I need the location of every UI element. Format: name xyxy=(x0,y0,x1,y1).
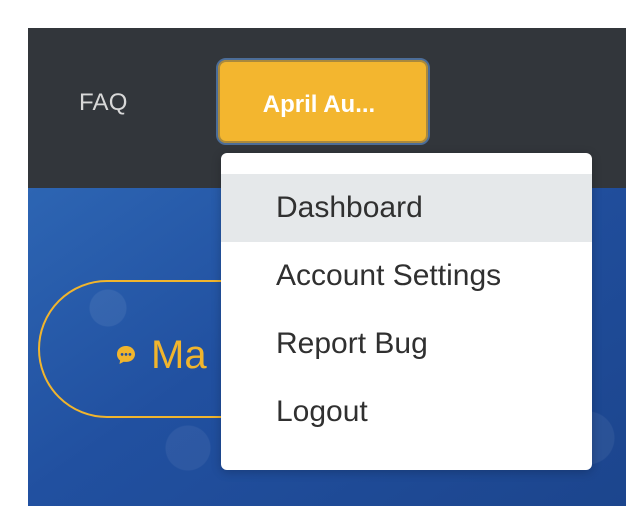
faq-link[interactable]: FAQ xyxy=(79,87,128,119)
message-button-label: Ma xyxy=(151,333,207,377)
menu-item-logout[interactable]: Logout xyxy=(221,378,592,446)
user-dropdown-menu: Dashboard Account Settings Report Bug Lo… xyxy=(221,153,592,470)
user-menu-label: April Au... xyxy=(262,91,376,118)
chat-bubble-icon xyxy=(117,346,135,364)
menu-item-report-bug[interactable]: Report Bug xyxy=(221,310,592,378)
menu-item-dashboard[interactable]: Dashboard xyxy=(221,174,592,242)
menu-item-account-settings[interactable]: Account Settings xyxy=(221,242,592,310)
user-menu-button[interactable]: April Au... xyxy=(216,58,430,145)
